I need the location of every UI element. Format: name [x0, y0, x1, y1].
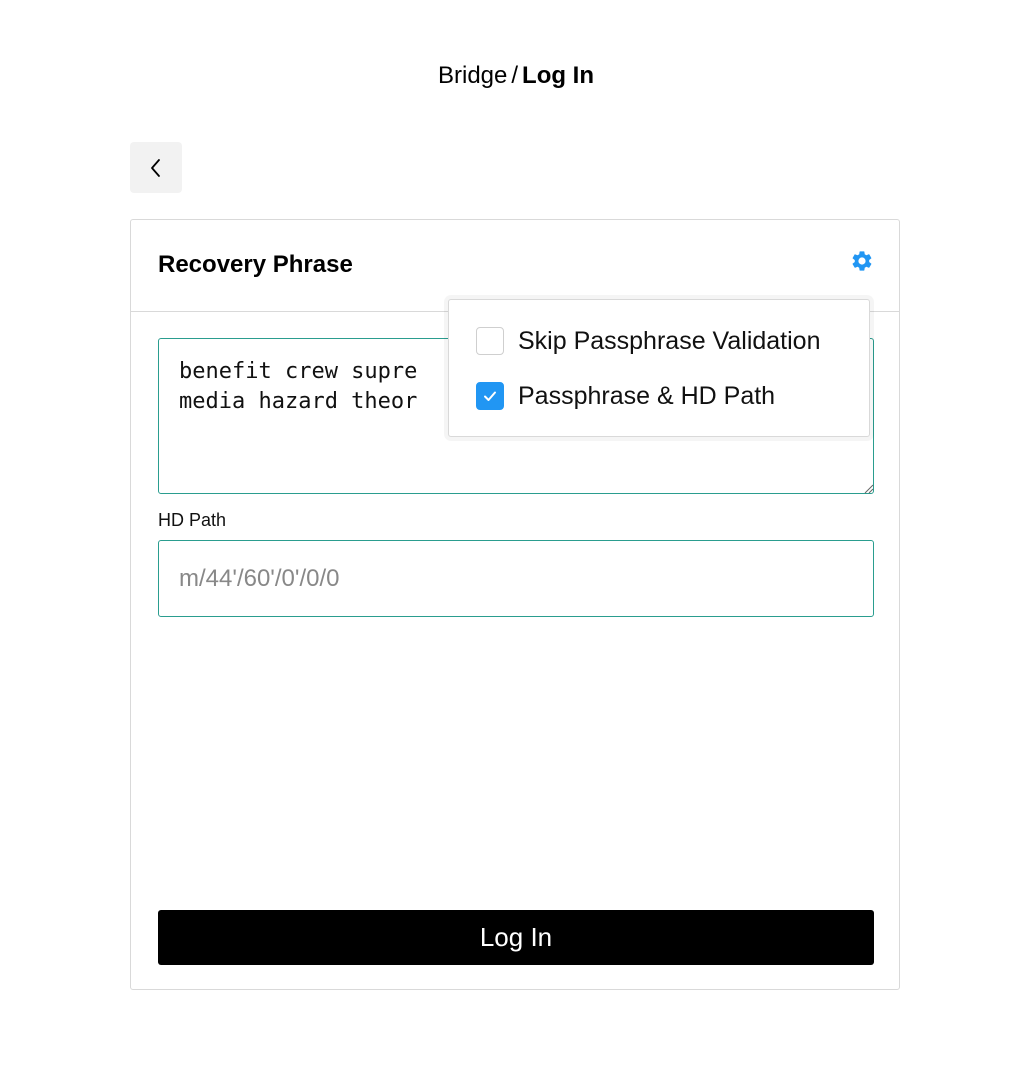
checkmark-icon: [484, 391, 496, 401]
hd-path-input[interactable]: [158, 540, 874, 617]
back-button[interactable]: [130, 142, 182, 193]
dropdown-item-skip-passphrase-validation[interactable]: Skip Passphrase Validation: [476, 326, 821, 356]
breadcrumb-parent[interactable]: Bridge: [438, 62, 507, 89]
login-button[interactable]: Log In: [158, 910, 874, 965]
skip-passphrase-validation-checkbox[interactable]: [476, 327, 504, 355]
gear-icon[interactable]: [850, 249, 874, 273]
dropdown-item-passphrase-hd-path[interactable]: Passphrase & HD Path: [476, 381, 775, 411]
settings-dropdown: Skip Passphrase Validation Passphrase & …: [448, 299, 870, 437]
breadcrumb-separator: /: [511, 62, 519, 89]
passphrase-hd-path-checkbox[interactable]: [476, 382, 504, 410]
chevron-left-icon: [151, 158, 160, 177]
dropdown-item-label: Skip Passphrase Validation: [518, 327, 821, 355]
breadcrumb: Bridge / Log In: [0, 60, 1012, 92]
page: Bridge / Log In Recovery Phrase benefit cr…: [0, 0, 1012, 1066]
hd-path-label: HD Path: [158, 510, 227, 530]
breadcrumb-current: Log In: [522, 62, 595, 89]
card-title: Recovery Phrase: [158, 251, 353, 278]
resize-grip-icon[interactable]: [862, 482, 874, 494]
dropdown-item-label: Passphrase & HD Path: [518, 382, 776, 410]
